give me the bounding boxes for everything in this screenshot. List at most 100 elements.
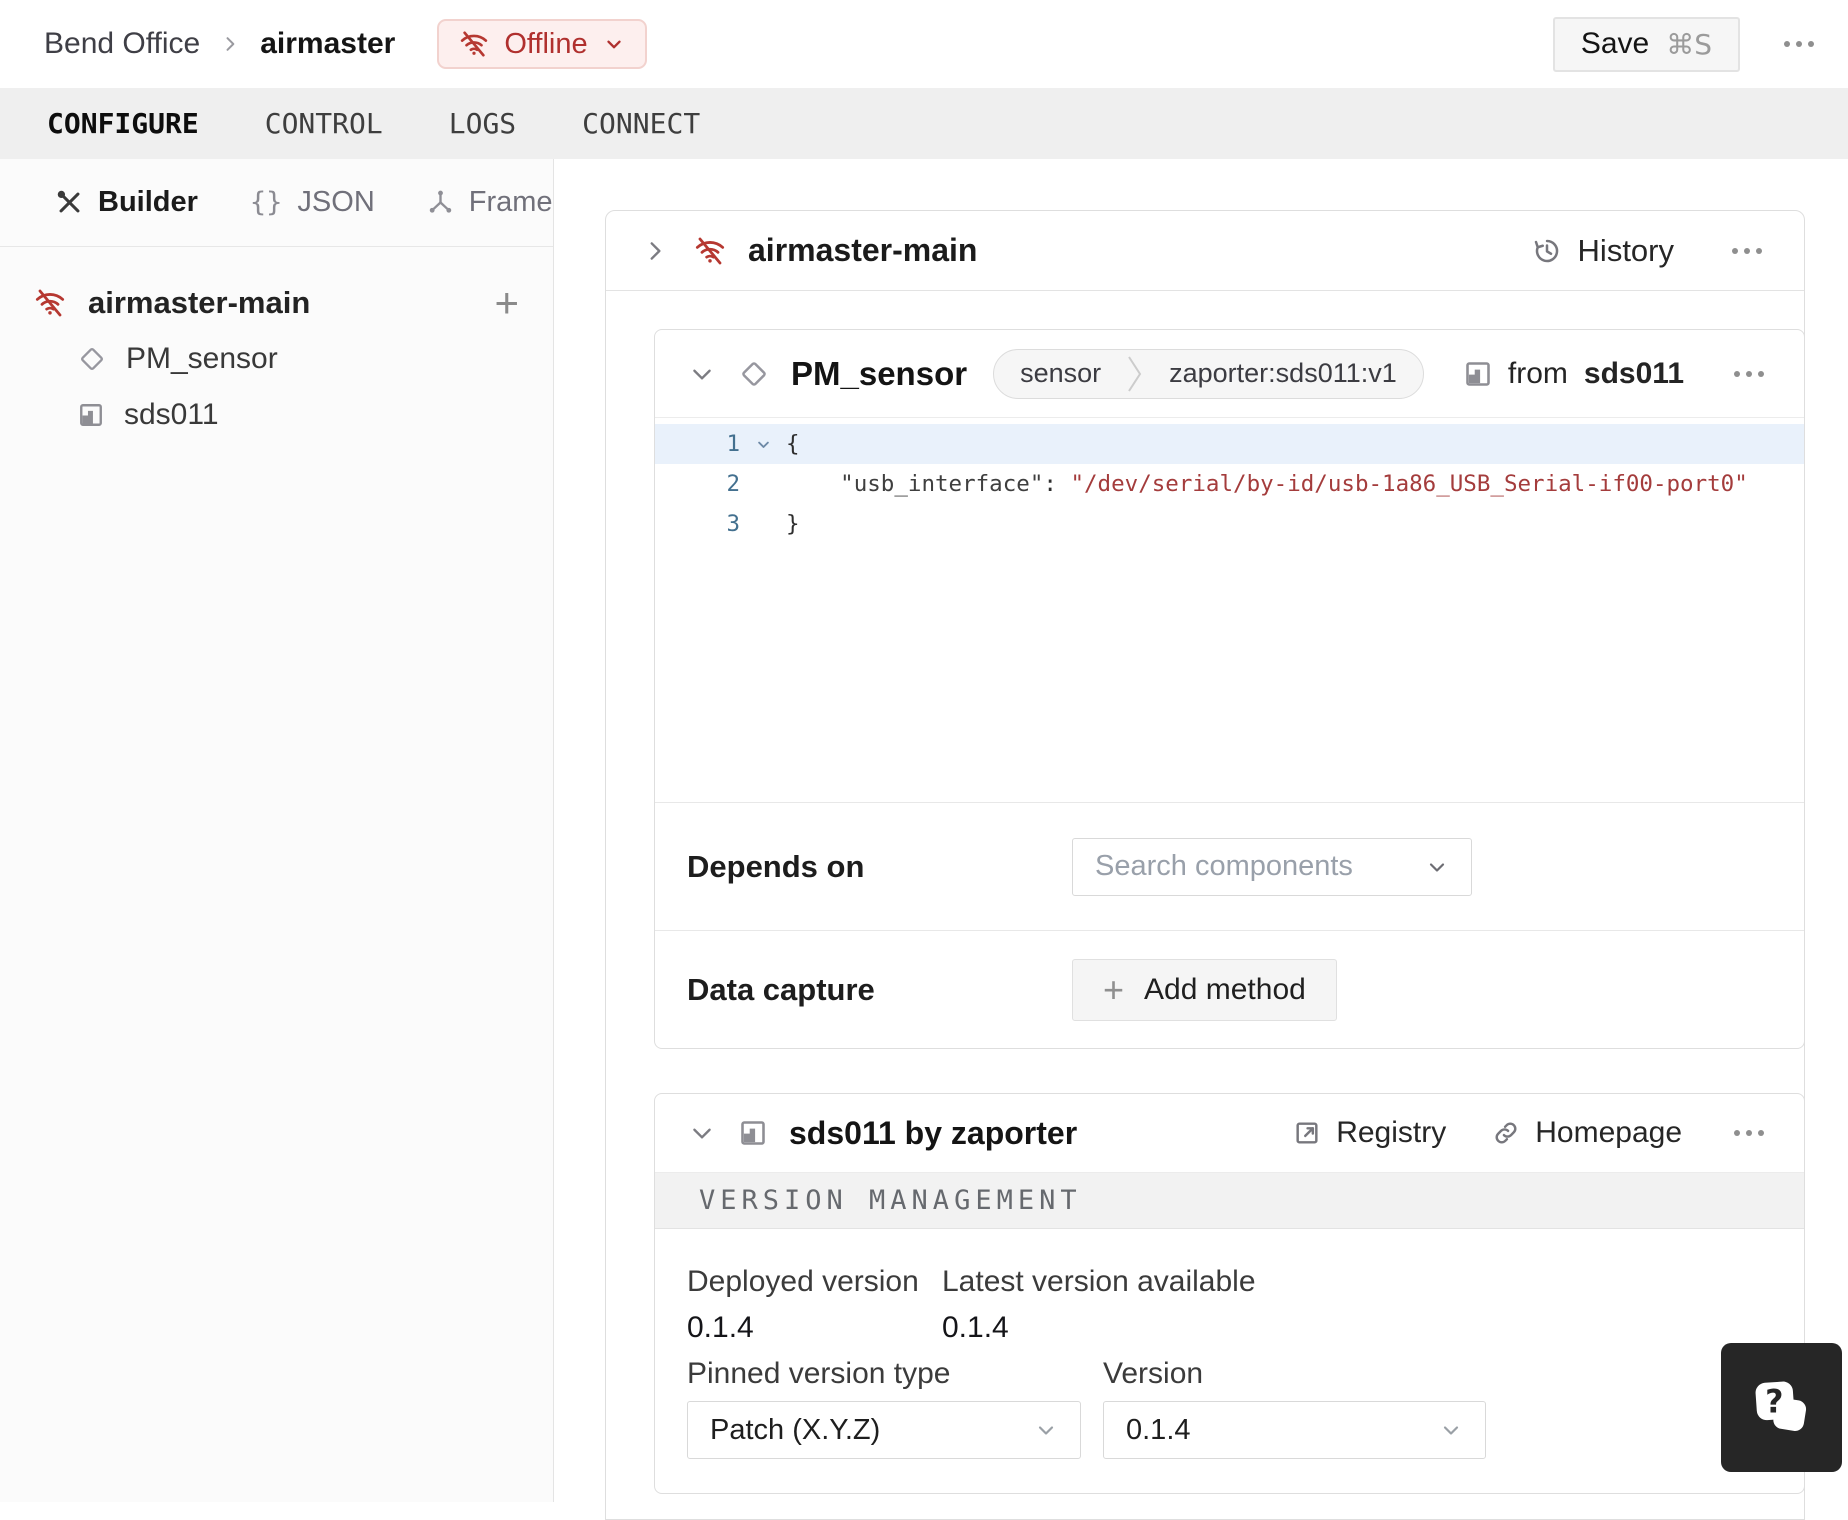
component-title: PM_sensor <box>791 354 968 392</box>
code-line: 3 } <box>655 504 1804 544</box>
link-icon <box>1492 1119 1520 1147</box>
view-mode-switcher: Builder {} JSON Frame <box>0 159 553 247</box>
module-icon <box>739 1119 767 1147</box>
breadcrumb-org[interactable]: Bend Office <box>44 27 200 61</box>
tree-item-airmaster-main[interactable]: airmaster-main + <box>0 275 553 331</box>
history-button[interactable]: History <box>1532 233 1674 269</box>
status-label: Offline <box>504 27 588 60</box>
version-management-section-header: VERSION MANAGEMENT <box>655 1172 1804 1229</box>
latest-version-label: Latest version available <box>942 1265 1256 1298</box>
mode-builder-label: Builder <box>98 186 198 218</box>
code-line: 2 "usb_interface": "/dev/serial/by-id/us… <box>655 464 1804 504</box>
tree-root-label: airmaster-main <box>88 285 311 320</box>
mode-frame[interactable]: Frame <box>427 186 553 219</box>
frame-axes-icon <box>427 189 454 216</box>
chevron-down-icon <box>1439 1418 1463 1442</box>
module-card-sds011: sds011 by zaporter Registry Homepage VER… <box>654 1093 1805 1494</box>
module-icon <box>78 402 104 428</box>
svg-text:?: ? <box>1765 1384 1783 1420</box>
component-card-header: PM_sensor sensor zaporter:sds011:v1 from… <box>655 330 1804 418</box>
line-number: 1 <box>726 431 740 457</box>
badge-model: zaporter:sds011:v1 <box>1169 358 1397 388</box>
add-method-label: Add method <box>1144 972 1306 1006</box>
registry-link[interactable]: Registry <box>1293 1116 1446 1150</box>
tab-configure[interactable]: CONFIGURE <box>47 107 199 140</box>
version-value: 0.1.4 <box>1126 1413 1191 1446</box>
add-method-button[interactable]: + Add method <box>1072 958 1337 1021</box>
module-icon <box>1464 360 1492 388</box>
tab-logs[interactable]: LOGS <box>449 107 516 140</box>
component-diamond-icon <box>78 345 106 373</box>
line-number: 3 <box>726 511 740 537</box>
save-label: Save <box>1580 27 1650 60</box>
overflow-menu-button[interactable] <box>1778 35 1820 53</box>
tools-icon <box>56 189 83 216</box>
attributes-code-editor[interactable]: 1 { 2 "usb_interface": "/dev/serial/by-i… <box>655 418 1804 802</box>
version-select[interactable]: 0.1.4 <box>1103 1401 1486 1459</box>
pinned-version-type-select[interactable]: Patch (X.Y.Z) <box>687 1401 1081 1459</box>
wifi-off-icon <box>34 287 66 319</box>
save-shortcut: ⌘S <box>1666 27 1712 61</box>
registry-label: Registry <box>1336 1116 1447 1149</box>
part-menu-button[interactable] <box>1726 242 1768 260</box>
module-title: sds011 by zaporter <box>789 1114 1078 1151</box>
mode-builder[interactable]: Builder <box>56 186 198 219</box>
chevron-down-icon[interactable] <box>689 1120 715 1146</box>
from-module-link[interactable]: from sds011 <box>1464 357 1684 391</box>
component-card-pm-sensor: PM_sensor sensor zaporter:sds011:v1 from… <box>654 329 1805 1049</box>
part-title: airmaster-main <box>748 232 978 268</box>
save-button[interactable]: Save ⌘S <box>1552 16 1740 72</box>
component-diamond-icon <box>739 359 769 389</box>
fold-chevron-icon[interactable] <box>740 424 786 464</box>
data-capture-row: Data capture + Add method <box>655 930 1804 1048</box>
part-header: airmaster-main History <box>606 211 1804 291</box>
chevron-right-icon[interactable] <box>642 238 668 264</box>
topbar-actions: Save ⌘S <box>1552 16 1820 72</box>
latest-version-value: 0.1.4 <box>942 1311 1009 1344</box>
machine-status-dropdown[interactable]: Offline <box>437 19 647 69</box>
module-card-header: sds011 by zaporter Registry Homepage <box>655 1094 1804 1172</box>
deployed-version-label: Deployed version <box>687 1265 919 1298</box>
help-button[interactable]: ? <box>1721 1343 1842 1472</box>
configure-main-area: airmaster-main History PM_sensor sensor … <box>555 159 1848 1520</box>
machine-part-tree: airmaster-main + PM_sensor sds011 <box>0 247 553 443</box>
pill-divider-chevron-icon <box>1127 350 1143 398</box>
tree-child-label: sds011 <box>124 398 219 431</box>
mode-json-label: JSON <box>297 186 375 218</box>
help-question-icon: ? <box>1749 1375 1815 1441</box>
version-management-body: Deployed version 0.1.4 Latest version av… <box>655 1229 1804 1493</box>
depends-on-select[interactable]: Search components <box>1072 837 1472 896</box>
from-module-name: sds011 <box>1583 356 1684 390</box>
code-line: 1 { <box>655 424 1804 464</box>
homepage-link[interactable]: Homepage <box>1492 1116 1682 1150</box>
part-body: PM_sensor sensor zaporter:sds011:v1 from… <box>606 291 1805 1494</box>
chevron-right-icon <box>220 34 240 54</box>
component-type-badge: sensor zaporter:sds011:v1 <box>993 348 1424 399</box>
braces-icon: {} <box>249 187 283 218</box>
json-string-value: "/dev/serial/by-id/usb-1a86_USB_Serial-i… <box>1070 471 1748 497</box>
tab-control[interactable]: CONTROL <box>265 107 383 140</box>
tab-connect[interactable]: CONNECT <box>582 107 700 140</box>
config-sidebar: Builder {} JSON Frame airmaster-main + P… <box>0 159 554 1502</box>
chevron-down-icon[interactable] <box>689 361 715 387</box>
plus-icon: + <box>1103 968 1125 1010</box>
tree-item-sds011[interactable]: sds011 <box>0 387 553 443</box>
wifi-off-icon <box>694 235 726 267</box>
chevron-down-icon <box>1034 1418 1058 1442</box>
badge-type: sensor <box>1020 358 1102 388</box>
mode-json[interactable]: {} JSON <box>250 186 375 219</box>
tree-item-pm-sensor[interactable]: PM_sensor <box>0 331 553 387</box>
version-label: Version <box>1103 1357 1204 1390</box>
pinned-version-type-label: Pinned version type <box>687 1357 951 1390</box>
module-menu-button[interactable] <box>1728 1124 1770 1142</box>
mode-frame-label: Frame <box>468 186 553 218</box>
breadcrumb-machine: airmaster <box>260 27 396 60</box>
line-number: 2 <box>726 471 740 497</box>
history-icon <box>1532 236 1562 266</box>
homepage-label: Homepage <box>1535 1116 1682 1149</box>
add-component-button[interactable]: + <box>494 282 519 324</box>
component-menu-button[interactable] <box>1728 365 1770 383</box>
top-bar: Bend Office airmaster Offline Save ⌘S <box>0 0 1848 88</box>
depends-on-row: Depends on Search components <box>655 802 1804 930</box>
data-capture-label: Data capture <box>687 971 875 1007</box>
